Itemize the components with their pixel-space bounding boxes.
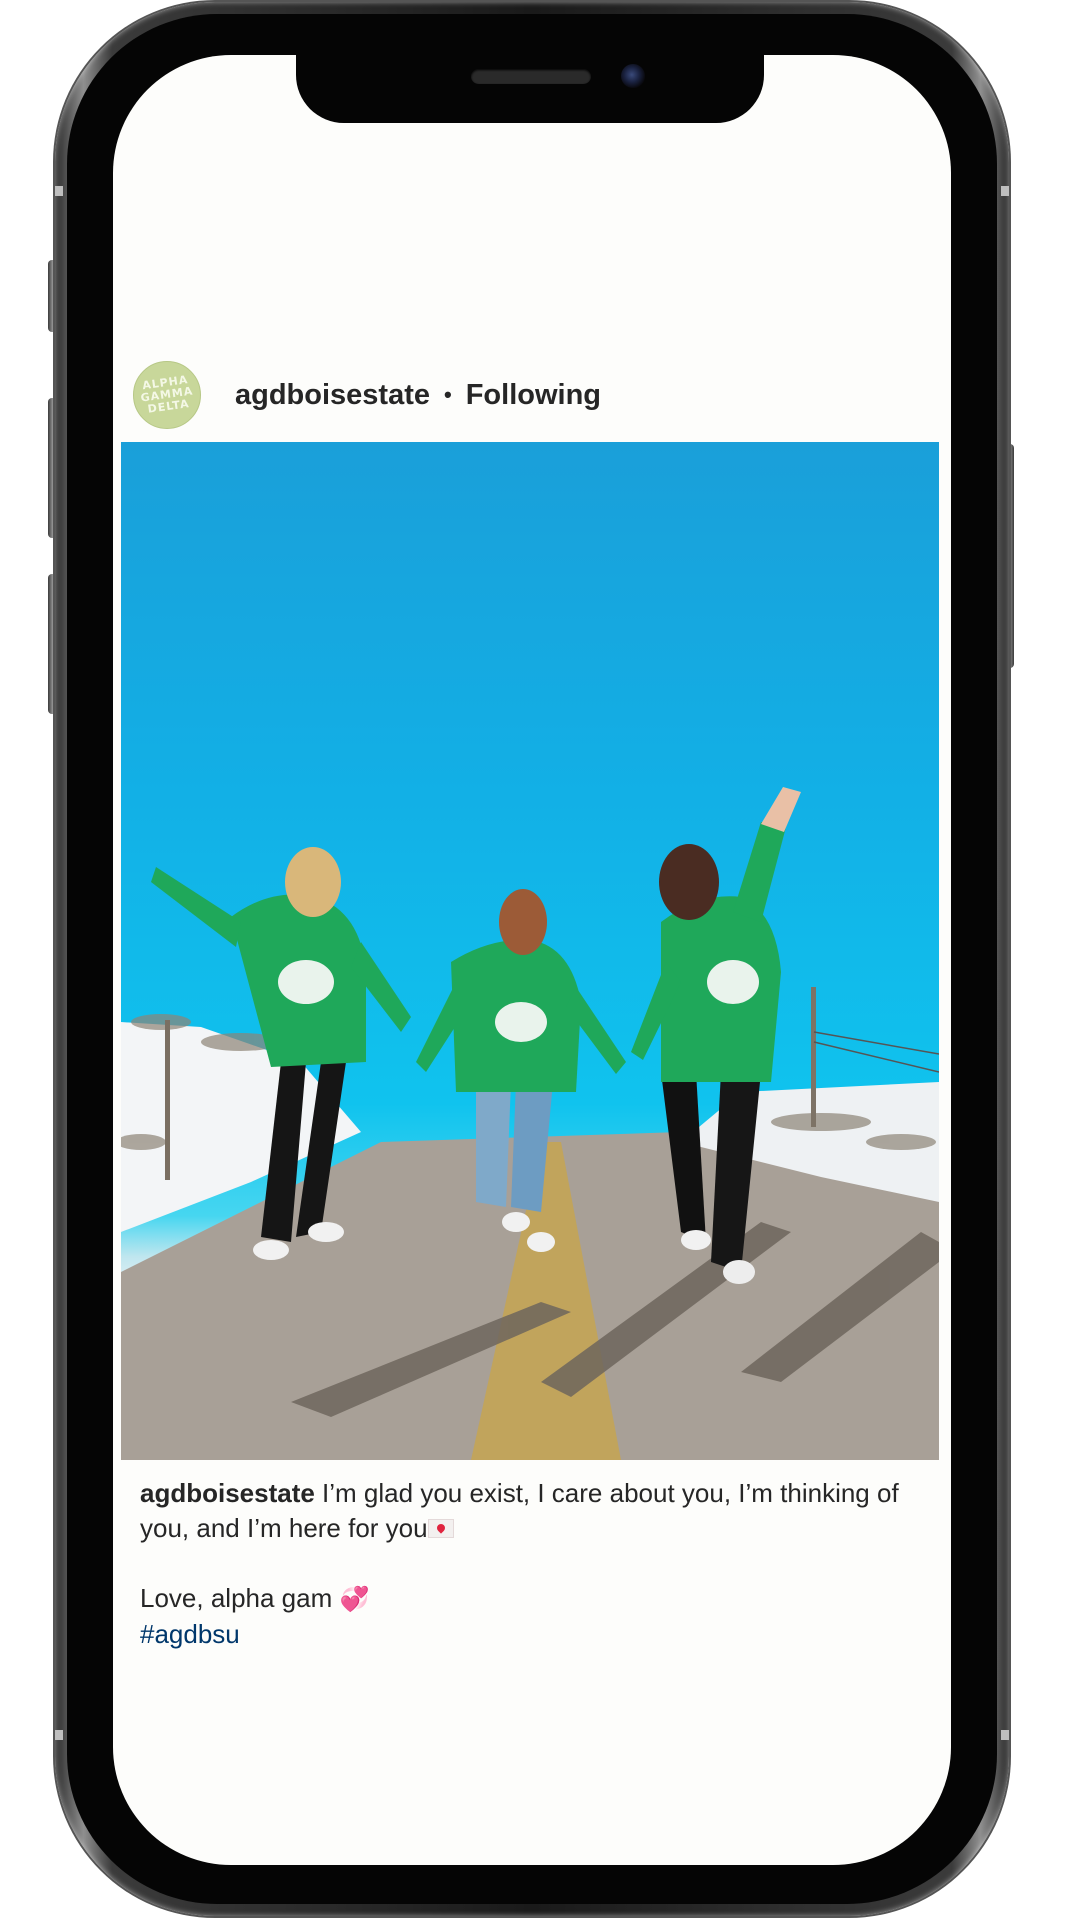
antenna-band <box>1001 186 1009 196</box>
avatar[interactable]: ALPHA GAMMA DELTA <box>133 361 201 429</box>
envelope-heart-emoji-icon <box>427 1519 454 1538</box>
antenna-band <box>55 1730 63 1740</box>
post-username[interactable]: agdboisestate <box>235 379 430 412</box>
caption-paragraph: agdboisestate I’m glad you exist, I care… <box>140 1476 940 1546</box>
utility-pole <box>811 987 816 1127</box>
two-hearts-emoji-icon: 💞 <box>339 1586 370 1613</box>
post-header: ALPHA GAMMA DELTA agdboisestate • Follow… <box>133 360 601 430</box>
antenna-band <box>55 186 63 196</box>
post-caption: agdboisestate I’m glad you exist, I care… <box>140 1476 940 1652</box>
photo-illustration <box>121 787 939 1460</box>
separator-dot: • <box>444 382 452 407</box>
caption-username[interactable]: agdboisestate <box>140 1478 315 1508</box>
caption-signoff: Love, alpha gam 💞 <box>140 1581 940 1617</box>
following-button[interactable]: Following <box>466 379 601 412</box>
earpiece-speaker <box>471 69 591 84</box>
notch <box>296 55 764 123</box>
signoff-text: Love, alpha gam <box>140 1583 340 1613</box>
caption-hashtags: #agdbsu <box>140 1617 940 1652</box>
avatar-logo-text: ALPHA GAMMA DELTA <box>139 372 195 416</box>
hashtag-link[interactable]: #agdbsu <box>140 1619 240 1649</box>
front-camera <box>621 64 645 88</box>
sign-post <box>165 1020 170 1180</box>
device-mockup: ALPHA GAMMA DELTA agdboisestate • Follow… <box>0 0 1080 1920</box>
post-photo[interactable] <box>121 442 939 1460</box>
antenna-band <box>1001 1730 1009 1740</box>
